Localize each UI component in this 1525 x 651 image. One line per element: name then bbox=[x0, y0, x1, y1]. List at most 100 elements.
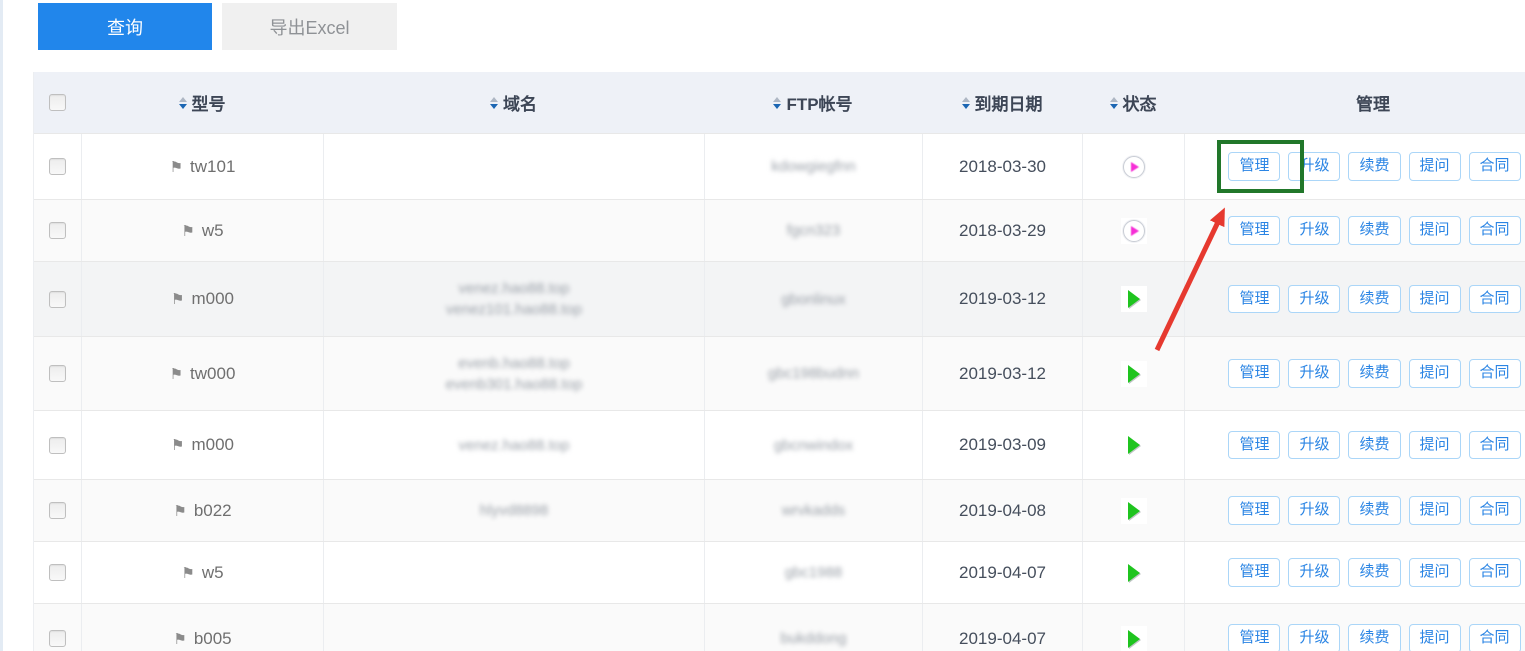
ftp-blurred-text: wrvkadds bbox=[781, 502, 846, 519]
manage-button[interactable]: 管理 bbox=[1228, 152, 1281, 181]
ask-button[interactable]: 提问 bbox=[1408, 284, 1461, 314]
cell-domain bbox=[323, 542, 704, 603]
sort-up-icon bbox=[490, 96, 498, 102]
column-header-domain[interactable]: 域名 bbox=[323, 72, 704, 133]
play-triangle-icon bbox=[1127, 563, 1140, 582]
ask-button[interactable]: 提问 bbox=[1408, 624, 1461, 651]
row-checkbox[interactable] bbox=[49, 365, 66, 382]
cell-expiry: 2019-03-09 bbox=[922, 411, 1082, 479]
expiry-date: 2019-03-12 bbox=[959, 289, 1046, 308]
contract-button[interactable]: 合同 bbox=[1468, 216, 1521, 245]
row-checkbox[interactable] bbox=[49, 502, 66, 519]
model-label: m000 bbox=[191, 289, 234, 308]
model-value: ⚑ m000 bbox=[171, 435, 234, 455]
manage-button[interactable]: 管理 bbox=[1228, 496, 1281, 525]
cell-select bbox=[34, 604, 81, 651]
table-row: ⚑ tw000 evenb.hao88.top evenb301.hao88.top g… bbox=[34, 336, 1525, 410]
contract-button[interactable]: 合同 bbox=[1468, 430, 1521, 460]
status-running-icon bbox=[1120, 497, 1147, 524]
upgrade-button[interactable]: 升级 bbox=[1288, 496, 1341, 525]
sort-caret-icon bbox=[1109, 96, 1118, 109]
action-button-group: 管理 升级 续费 提问 合同 bbox=[1228, 558, 1521, 587]
cell-expiry: 2019-04-07 bbox=[922, 604, 1082, 651]
renew-button[interactable]: 续费 bbox=[1348, 359, 1401, 388]
model-label: w5 bbox=[201, 220, 224, 240]
column-header-status[interactable]: 状态 bbox=[1082, 72, 1184, 133]
column-header-label: 域名 bbox=[503, 95, 537, 114]
row-checkbox[interactable] bbox=[49, 564, 66, 581]
sort-caret-icon bbox=[490, 96, 498, 109]
renew-button[interactable]: 续费 bbox=[1348, 284, 1401, 314]
row-checkbox[interactable] bbox=[49, 290, 66, 308]
ask-button[interactable]: 提问 bbox=[1408, 430, 1461, 460]
upgrade-button[interactable]: 升级 bbox=[1288, 624, 1341, 651]
row-checkbox[interactable] bbox=[49, 630, 66, 647]
renew-button[interactable]: 续费 bbox=[1348, 430, 1401, 460]
ask-button[interactable]: 提问 bbox=[1408, 558, 1461, 587]
manage-button[interactable]: 管理 bbox=[1228, 558, 1281, 587]
cell-model: ⚑ m000 bbox=[81, 411, 323, 479]
manage-button[interactable]: 管理 bbox=[1228, 624, 1281, 651]
renew-button[interactable]: 续费 bbox=[1348, 558, 1401, 587]
action-button-group: 管理 升级 续费 提问 合同 bbox=[1228, 152, 1521, 181]
action-button-group: 管理 升级 续费 提问 合同 bbox=[1228, 216, 1521, 245]
column-header-model[interactable]: 型号 bbox=[81, 72, 323, 133]
sort-up-icon bbox=[773, 96, 782, 102]
renew-button[interactable]: 续费 bbox=[1348, 496, 1401, 525]
cell-manage: 管理 升级 续费 提问 合同 bbox=[1184, 480, 1525, 541]
row-checkbox[interactable] bbox=[49, 436, 66, 454]
ask-button[interactable]: 提问 bbox=[1408, 152, 1461, 181]
sort-up-icon bbox=[961, 96, 970, 102]
expiry-date: 2019-03-12 bbox=[959, 363, 1046, 383]
export-excel-button[interactable]: 导出Excel bbox=[222, 3, 397, 50]
upgrade-button[interactable]: 升级 bbox=[1288, 284, 1341, 314]
query-button[interactable]: 查询 bbox=[38, 3, 212, 50]
status-running-icon bbox=[1120, 625, 1147, 651]
ask-button[interactable]: 提问 bbox=[1408, 359, 1461, 388]
select-all-checkbox[interactable] bbox=[49, 94, 66, 111]
upgrade-button[interactable]: 升级 bbox=[1288, 430, 1341, 460]
upgrade-button[interactable]: 升级 bbox=[1288, 359, 1341, 388]
ask-button[interactable]: 提问 bbox=[1408, 496, 1461, 525]
column-header-select bbox=[34, 72, 81, 133]
contract-button[interactable]: 合同 bbox=[1468, 624, 1521, 651]
upgrade-button[interactable]: 升级 bbox=[1288, 216, 1341, 245]
renew-button[interactable]: 续费 bbox=[1348, 152, 1401, 181]
manage-button[interactable]: 管理 bbox=[1228, 359, 1281, 388]
upgrade-button[interactable]: 升级 bbox=[1288, 152, 1341, 181]
ask-button[interactable]: 提问 bbox=[1408, 216, 1461, 245]
play-triangle-icon bbox=[1131, 225, 1139, 236]
renew-button[interactable]: 续费 bbox=[1348, 624, 1401, 651]
row-checkbox[interactable] bbox=[49, 158, 66, 175]
flag-icon: ⚑ bbox=[171, 291, 185, 308]
cell-select bbox=[34, 200, 81, 261]
model-label: b022 bbox=[193, 500, 232, 520]
row-checkbox[interactable] bbox=[49, 222, 66, 239]
status-running-icon bbox=[1120, 559, 1147, 586]
manage-button[interactable]: 管理 bbox=[1228, 284, 1281, 314]
manage-button[interactable]: 管理 bbox=[1228, 430, 1281, 460]
action-button-group: 管理 升级 续费 提问 合同 bbox=[1228, 430, 1521, 460]
contract-button[interactable]: 合同 bbox=[1468, 152, 1521, 181]
contract-button[interactable]: 合同 bbox=[1468, 359, 1521, 388]
expiry-date: 2018-03-29 bbox=[959, 220, 1046, 240]
contract-button[interactable]: 合同 bbox=[1468, 284, 1521, 314]
renew-button[interactable]: 续费 bbox=[1348, 216, 1401, 245]
cell-status bbox=[1082, 604, 1184, 651]
model-value: ⚑ tw000 bbox=[170, 364, 236, 384]
cell-manage: 管理 升级 续费 提问 合同 bbox=[1184, 604, 1525, 651]
sort-caret-icon bbox=[178, 96, 187, 109]
manage-button[interactable]: 管理 bbox=[1228, 216, 1281, 245]
contract-button[interactable]: 合同 bbox=[1468, 558, 1521, 587]
upgrade-button[interactable]: 升级 bbox=[1288, 558, 1341, 587]
sort-down-icon bbox=[1109, 103, 1118, 109]
cell-domain bbox=[323, 134, 704, 199]
column-header-expiry[interactable]: 到期日期 bbox=[922, 72, 1082, 133]
contract-button[interactable]: 合同 bbox=[1468, 496, 1521, 525]
column-header-ftp[interactable]: FTP帐号 bbox=[704, 72, 922, 133]
cell-manage: 管理 升级 续费 提问 合同 bbox=[1184, 411, 1525, 479]
cell-model: ⚑ tw101 bbox=[81, 134, 323, 199]
ftp-blurred-text: gbonlinux bbox=[781, 290, 846, 308]
cell-model: ⚑ tw000 bbox=[81, 337, 323, 410]
cell-select bbox=[34, 480, 81, 541]
